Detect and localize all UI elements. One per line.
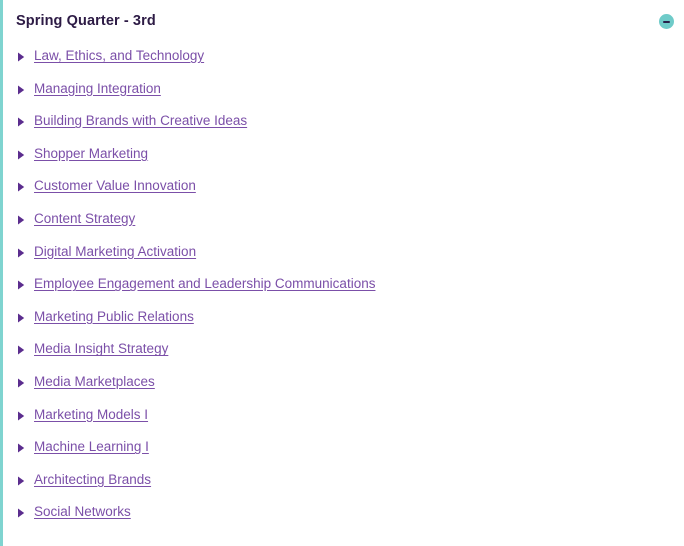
- triangle-right-icon: [16, 345, 28, 355]
- course-link[interactable]: Marketing Public Relations: [34, 308, 194, 325]
- course-link[interactable]: Digital Marketing Activation: [34, 243, 196, 260]
- triangle-right-icon: [16, 52, 28, 62]
- course-list: Law, Ethics, and Technology Managing Int…: [3, 47, 684, 536]
- list-item[interactable]: Digital Marketing Activation: [3, 243, 684, 276]
- list-item[interactable]: Law, Ethics, and Technology: [3, 47, 684, 80]
- triangle-right-icon: [16, 378, 28, 388]
- panel-header: Spring Quarter - 3rd: [3, 0, 684, 47]
- spring-quarter-panel: Spring Quarter - 3rd Law, Ethics, and Te…: [0, 0, 684, 546]
- minus-bar: [663, 20, 670, 23]
- triangle-right-icon: [16, 182, 28, 192]
- course-link[interactable]: Managing Integration: [34, 80, 161, 97]
- triangle-right-icon: [16, 150, 28, 160]
- page-title: Spring Quarter - 3rd: [16, 13, 156, 29]
- triangle-right-icon: [16, 476, 28, 486]
- list-item[interactable]: Content Strategy: [3, 210, 684, 243]
- course-link[interactable]: Customer Value Innovation: [34, 177, 196, 194]
- course-link[interactable]: Marketing Models I: [34, 406, 148, 423]
- list-item[interactable]: Marketing Public Relations: [3, 308, 684, 341]
- list-item[interactable]: Building Brands with Creative Ideas: [3, 112, 684, 145]
- list-item[interactable]: Customer Value Innovation: [3, 177, 684, 210]
- course-link[interactable]: Shopper Marketing: [34, 145, 148, 162]
- course-link[interactable]: Building Brands with Creative Ideas: [34, 112, 247, 129]
- course-link[interactable]: Content Strategy: [34, 210, 135, 227]
- course-link[interactable]: Media Insight Strategy: [34, 340, 168, 357]
- course-link[interactable]: Machine Learning I: [34, 438, 149, 455]
- list-item[interactable]: Social Networks: [3, 503, 684, 536]
- course-link[interactable]: Social Networks: [34, 503, 131, 520]
- triangle-right-icon: [16, 117, 28, 127]
- triangle-right-icon: [16, 280, 28, 290]
- triangle-right-icon: [16, 313, 28, 323]
- list-item[interactable]: Employee Engagement and Leadership Commu…: [3, 275, 684, 308]
- list-item[interactable]: Architecting Brands: [3, 471, 684, 504]
- triangle-right-icon: [16, 215, 28, 225]
- list-item[interactable]: Marketing Models I: [3, 406, 684, 439]
- list-item[interactable]: Media Marketplaces: [3, 373, 684, 406]
- triangle-right-icon: [16, 85, 28, 95]
- triangle-right-icon: [16, 411, 28, 421]
- course-link[interactable]: Architecting Brands: [34, 471, 151, 488]
- list-item[interactable]: Shopper Marketing: [3, 145, 684, 178]
- course-link[interactable]: Law, Ethics, and Technology: [34, 47, 204, 64]
- list-item[interactable]: Managing Integration: [3, 80, 684, 113]
- triangle-right-icon: [16, 508, 28, 518]
- course-link[interactable]: Media Marketplaces: [34, 373, 155, 390]
- list-item[interactable]: Machine Learning I: [3, 438, 684, 471]
- minus-circle-icon[interactable]: [659, 14, 674, 29]
- list-item[interactable]: Media Insight Strategy: [3, 340, 684, 373]
- course-link[interactable]: Employee Engagement and Leadership Commu…: [34, 275, 375, 292]
- triangle-right-icon: [16, 443, 28, 453]
- triangle-right-icon: [16, 248, 28, 258]
